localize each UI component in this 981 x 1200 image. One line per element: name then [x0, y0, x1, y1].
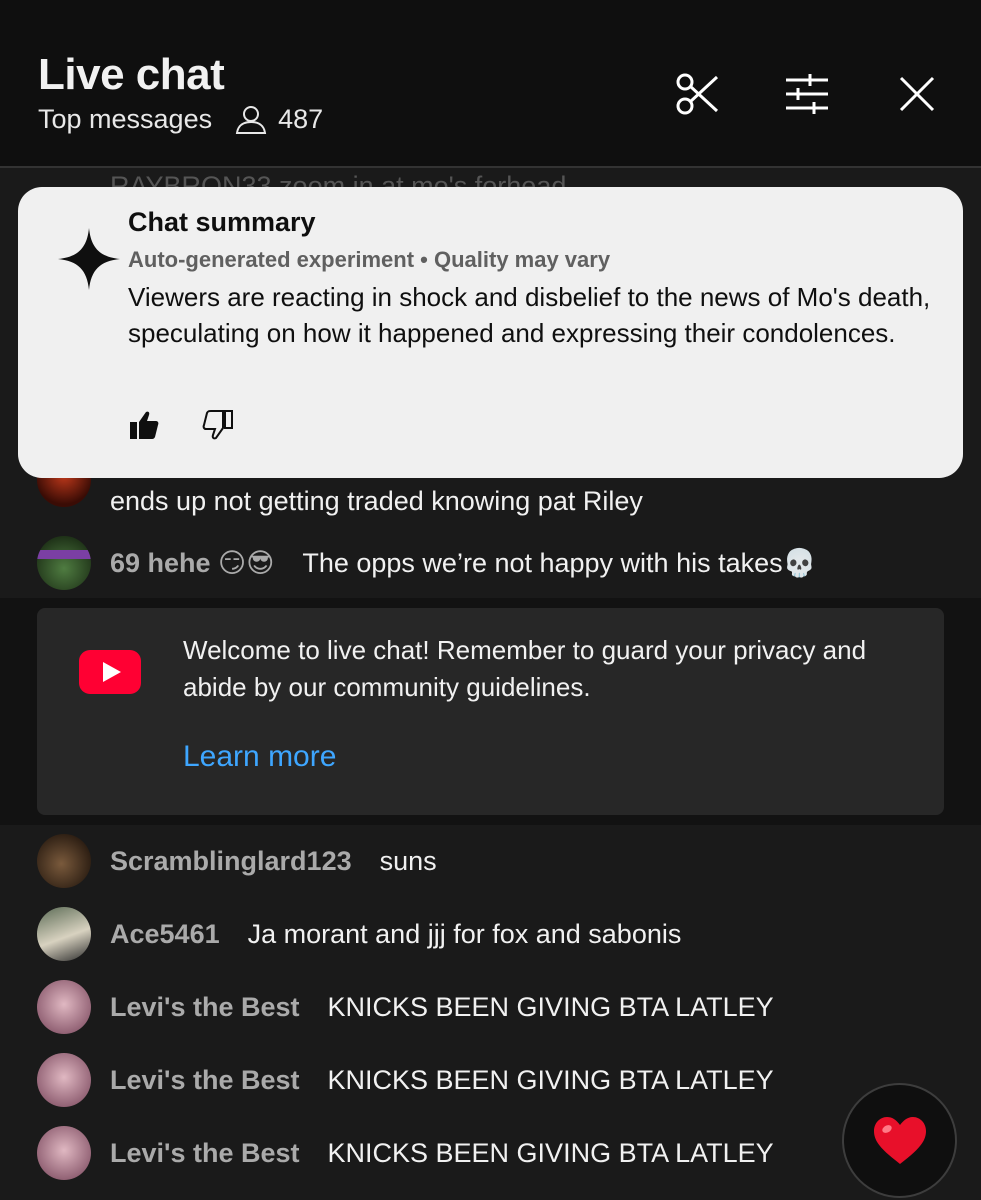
avatar[interactable] — [37, 834, 91, 888]
clip-button[interactable] — [670, 66, 726, 122]
sparkle-icon — [58, 228, 120, 290]
welcome-banner: Welcome to live chat! Remember to guard … — [37, 608, 944, 815]
chat-mode-label: Top messages — [38, 104, 213, 134]
thumbs-down-icon — [202, 410, 233, 440]
welcome-text: Welcome to live chat! Remember to guard … — [183, 635, 867, 702]
message-continuation: ends up not getting traded knowing pat R… — [110, 486, 643, 516]
youtube-logo-icon — [79, 650, 141, 694]
avatar[interactable] — [37, 1126, 91, 1180]
message-author[interactable]: Levi's the Best — [110, 1065, 300, 1096]
person-icon — [235, 105, 267, 134]
message-author[interactable]: 69 hehe 😏😎 — [110, 548, 274, 579]
message-author[interactable]: Levi's the Best — [110, 1138, 300, 1169]
chat-mode-selector[interactable]: Top messages 487 — [38, 104, 323, 135]
message-text: KNICKS BEEN GIVING BTA LATLEY — [327, 1064, 774, 1095]
page-title: Live chat — [38, 50, 225, 99]
reaction-heart-button[interactable] — [842, 1083, 957, 1198]
close-icon — [899, 76, 935, 112]
chat-header: Live chat Top messages 487 — [0, 0, 981, 166]
chat-summary-card: Chat summary Auto-generated experiment •… — [18, 187, 963, 478]
filter-button[interactable] — [779, 66, 835, 122]
scissors-icon — [676, 73, 719, 115]
summary-title: Chat summary — [128, 207, 316, 237]
avatar[interactable] — [37, 907, 91, 961]
close-button[interactable] — [889, 66, 945, 122]
like-summary-button[interactable] — [128, 409, 160, 446]
chat-message[interactable]: Levi's the Best KNICKS BEEN GIVING BTA L… — [37, 980, 774, 1034]
message-author[interactable]: Levi's the Best — [110, 992, 300, 1023]
message-author[interactable]: Ace5461 — [110, 919, 220, 950]
avatar[interactable] — [37, 536, 91, 590]
message-text: The opps we’re not happy with his takes💀 — [302, 548, 817, 578]
viewer-count-value: 487 — [278, 104, 324, 134]
message-author[interactable]: Scramblinglard123 — [110, 846, 352, 877]
message-text: KNICKS BEEN GIVING BTA LATLEY — [327, 991, 774, 1022]
viewer-count: 487 — [234, 104, 323, 135]
message-text: KNICKS BEEN GIVING BTA LATLEY — [327, 1137, 774, 1168]
thumbs-up-icon — [130, 411, 159, 439]
heart-icon — [873, 1116, 926, 1164]
dislike-summary-button[interactable] — [202, 409, 234, 446]
avatar[interactable] — [37, 980, 91, 1034]
summary-subtitle: Auto-generated experiment • Quality may … — [128, 247, 611, 272]
message-text: Ja morant and jjj for fox and sabonis — [247, 918, 682, 949]
chat-message[interactable]: Levi's the Best KNICKS BEEN GIVING BTA L… — [37, 1053, 774, 1107]
summary-body: Viewers are reacting in shock and disbel… — [128, 282, 931, 348]
chat-message[interactable]: Levi's the Best KNICKS BEEN GIVING BTA L… — [37, 1126, 774, 1180]
filter-sliders-icon — [786, 74, 828, 114]
learn-more-link[interactable]: Learn more — [183, 740, 336, 774]
chat-feed[interactable]: RAYBRON33 zoom in at mo's forhead ends u… — [0, 168, 981, 1200]
message-text: suns — [379, 845, 437, 876]
chat-message[interactable]: Ace5461 Ja morant and jjj for fox and sa… — [37, 907, 681, 961]
chat-message[interactable]: Scramblinglard123 suns — [37, 834, 437, 888]
avatar[interactable] — [37, 1053, 91, 1107]
chat-message[interactable]: 69 hehe 😏😎 The opps we’re not happy with… — [37, 536, 816, 590]
